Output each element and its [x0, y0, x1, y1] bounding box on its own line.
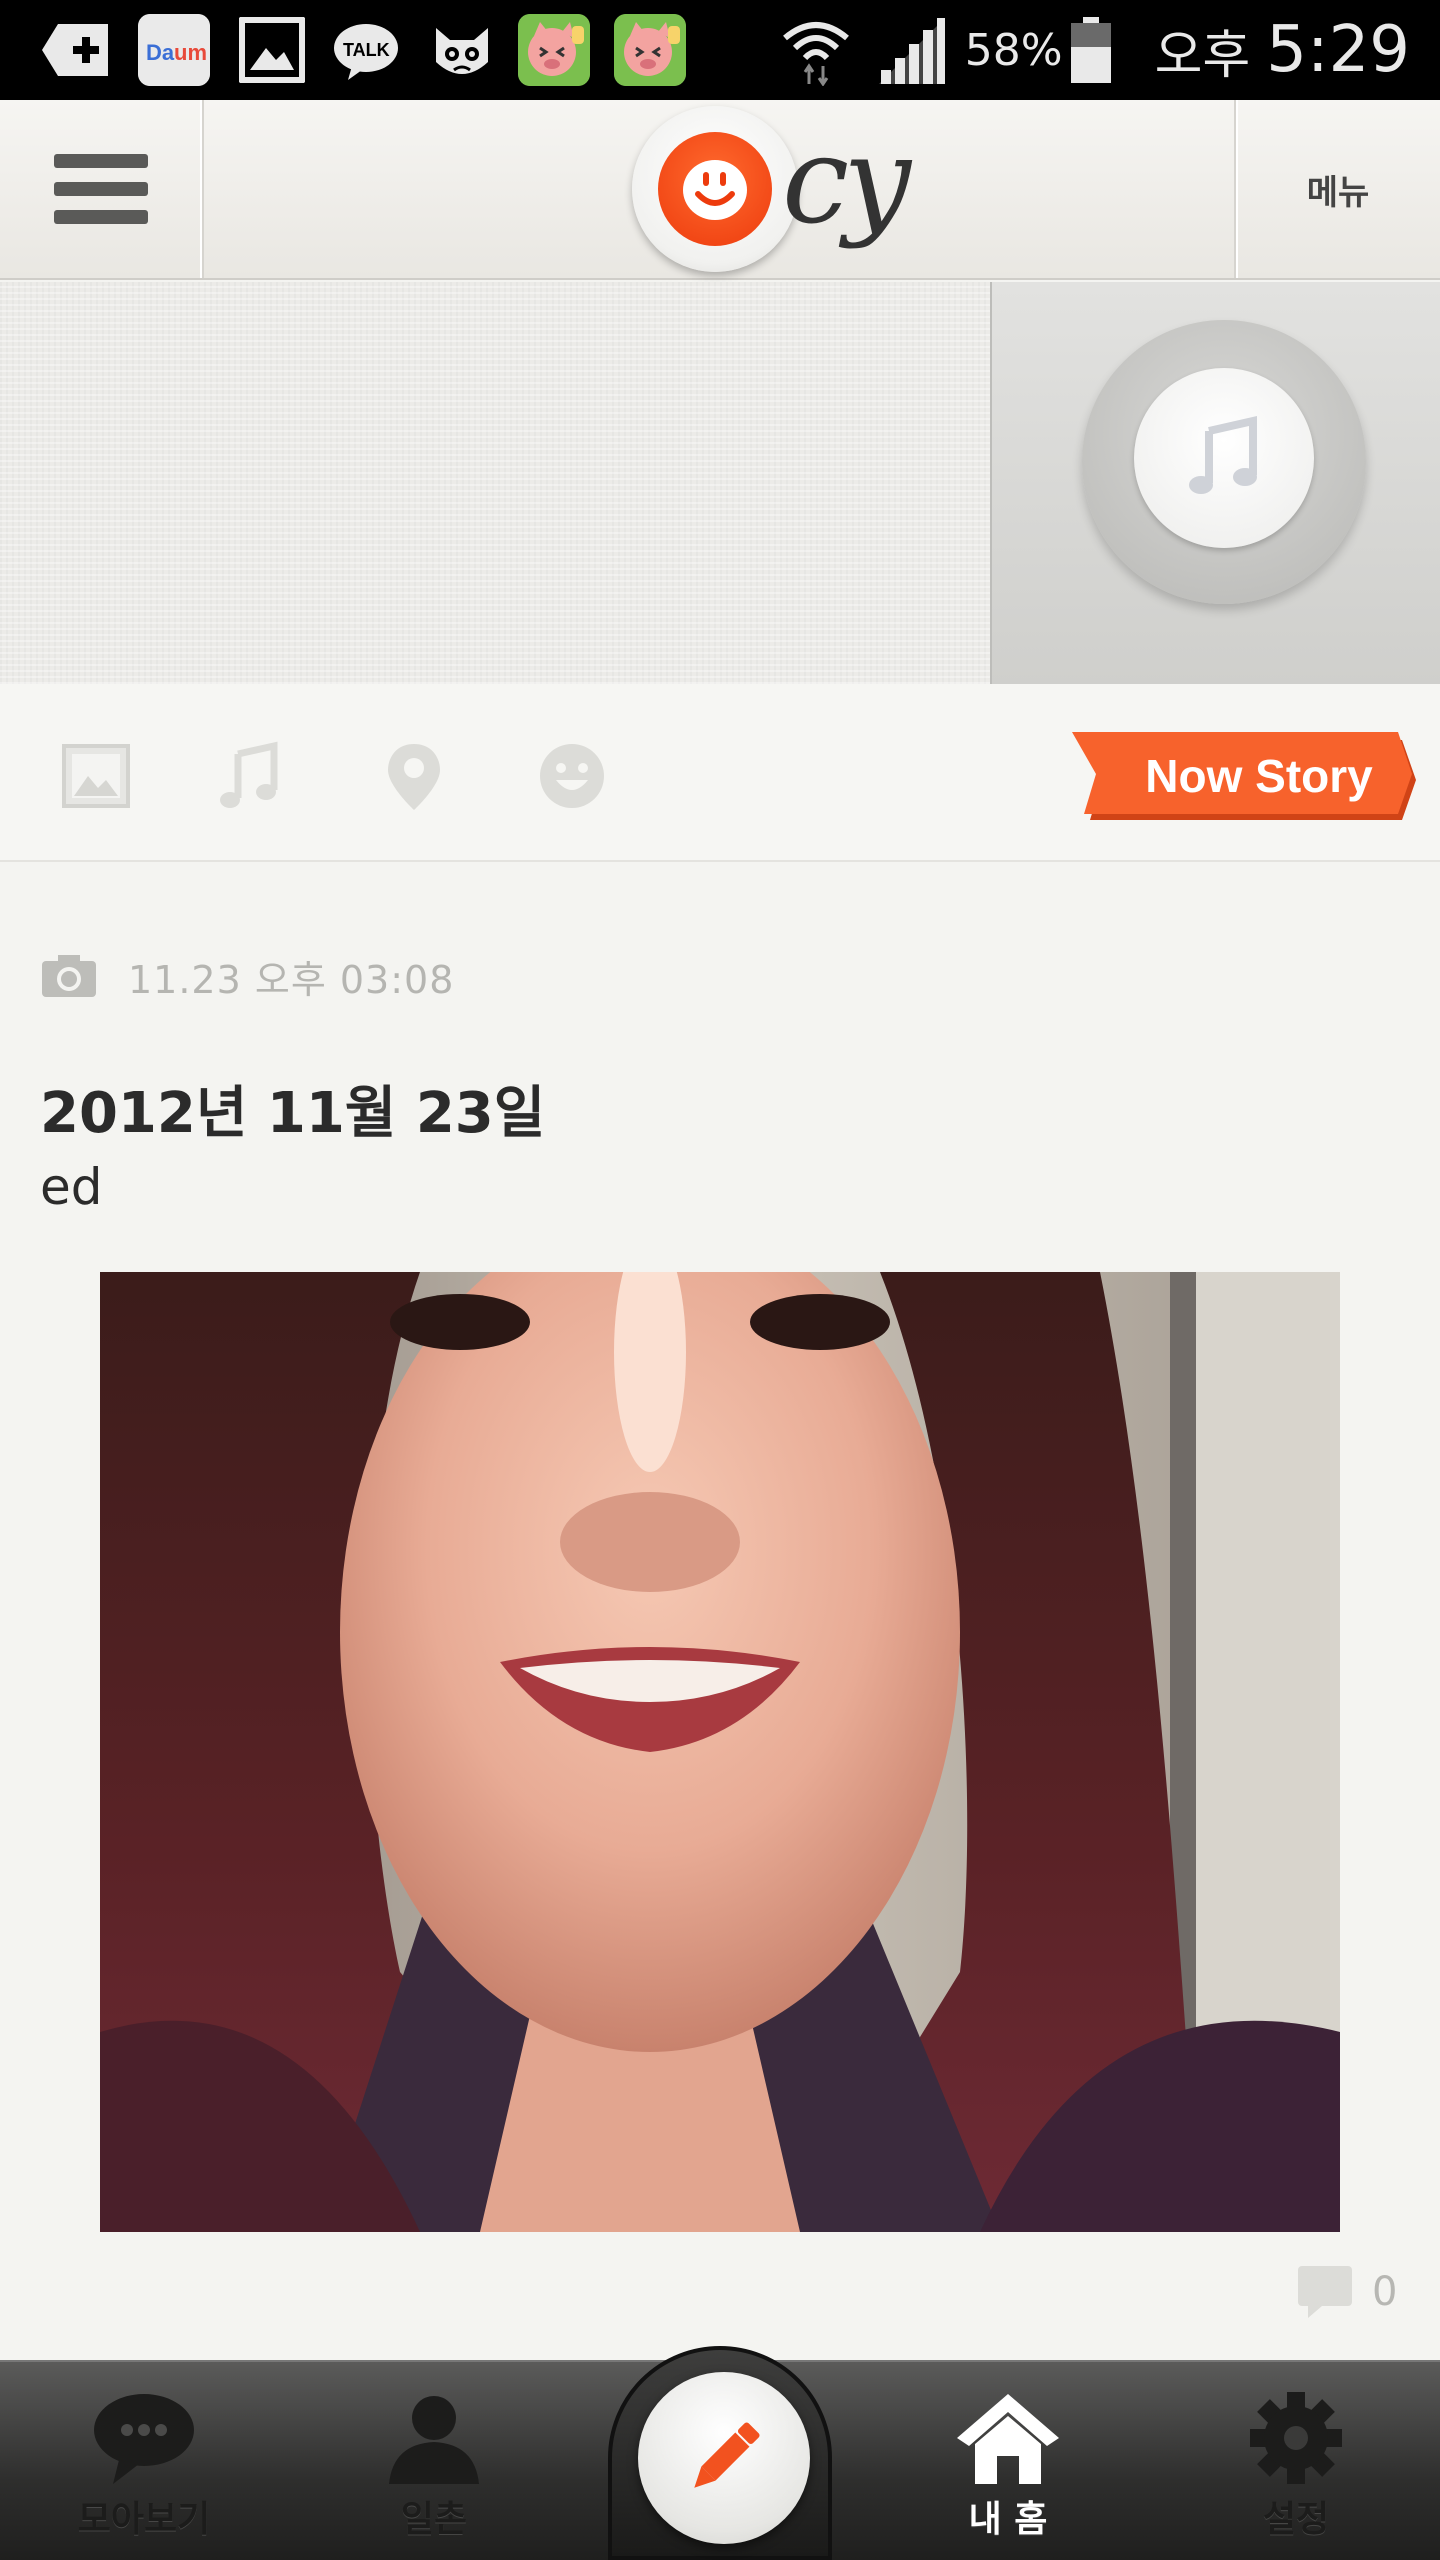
gallery-icon — [239, 17, 305, 83]
post-timestamp: 11.23 오후 03:08 — [128, 957, 455, 1002]
nav-ilchon[interactable]: 일촌 — [324, 2362, 544, 2560]
menu-button[interactable]: 메뉴 — [1234, 100, 1440, 278]
music-note-icon — [1189, 415, 1257, 494]
nav-label: 설정 — [1262, 2499, 1330, 2540]
hamburger-line — [54, 154, 148, 168]
smiley-face-icon — [683, 160, 747, 220]
svg-text:um: um — [174, 40, 207, 65]
pig-game-icon — [614, 14, 686, 86]
post-title: 2012년 11월 23일 — [40, 1081, 546, 1146]
svg-text:TALK: TALK — [343, 40, 390, 60]
person-icon — [389, 2396, 479, 2484]
music-panel — [990, 282, 1440, 684]
music-note-icon[interactable] — [214, 740, 286, 812]
svg-text:Da: Da — [146, 40, 175, 65]
battery-percent: 58% — [964, 24, 1063, 76]
cell-signal-icon — [878, 18, 945, 84]
logo-face-icon — [658, 132, 772, 246]
clock-time: 5:29 — [1266, 13, 1410, 87]
nav-label: 일촌 — [400, 2499, 468, 2540]
app-logo[interactable]: cy — [632, 106, 932, 276]
home-icon — [957, 2394, 1059, 2484]
music-button-face — [1134, 368, 1314, 548]
nav-label: 모아보기 — [77, 2499, 211, 2540]
logo-badge — [632, 106, 798, 272]
battery-icon — [1070, 17, 1111, 83]
write-post-button[interactable] — [638, 2372, 810, 2544]
nav-my-home[interactable]: 내 홈 — [898, 2362, 1118, 2560]
camera-icon — [42, 955, 96, 997]
comment-count: 0 — [1372, 2269, 1398, 2315]
add-icon — [42, 24, 108, 76]
comment-icon — [1298, 2266, 1352, 2318]
clock-am-pm: 오후 — [1154, 25, 1251, 86]
nav-settings[interactable]: 설정 — [1186, 2362, 1406, 2560]
chat-bubble-icon — [94, 2394, 194, 2484]
comment-count-area[interactable]: 0 — [1296, 2262, 1397, 2322]
daum-icon: Da um — [138, 14, 210, 86]
cat-game-icon — [436, 28, 488, 74]
pig-game-icon — [518, 14, 590, 86]
post-photo[interactable] — [100, 1272, 1340, 2232]
story-toolbar: Now Story — [0, 684, 1440, 862]
post-body: ed — [40, 1158, 103, 1216]
pencil-icon — [694, 2422, 760, 2488]
cover-area[interactable] — [0, 282, 990, 684]
write-button-housing — [608, 2346, 832, 2560]
image-icon[interactable] — [60, 740, 132, 812]
wifi-icon — [782, 22, 849, 86]
nav-gather-view[interactable]: 모아보기 — [34, 2362, 254, 2560]
kakaotalk-icon: TALK — [334, 24, 398, 80]
music-player-button[interactable] — [1082, 320, 1366, 604]
nav-label: 내 홈 — [968, 2499, 1048, 2540]
gear-icon — [1250, 2392, 1342, 2484]
portrait-photo — [100, 1272, 1340, 2232]
hamburger-line — [54, 210, 148, 224]
now-story-button[interactable]: Now Story — [1070, 730, 1416, 822]
now-story-label: Now Story — [1145, 750, 1373, 802]
logo-text: cy — [782, 112, 911, 251]
post-meta: 11.23 오후 03:08 — [40, 946, 454, 1006]
hamburger-menu-button[interactable] — [0, 100, 204, 278]
location-pin-icon[interactable] — [378, 740, 450, 812]
status-bar: Da um TALK 58% 오후 5:29 — [0, 0, 1440, 100]
smiley-icon[interactable] — [536, 740, 608, 812]
app-header: cy 메뉴 — [0, 100, 1440, 280]
hamburger-line — [54, 182, 148, 196]
